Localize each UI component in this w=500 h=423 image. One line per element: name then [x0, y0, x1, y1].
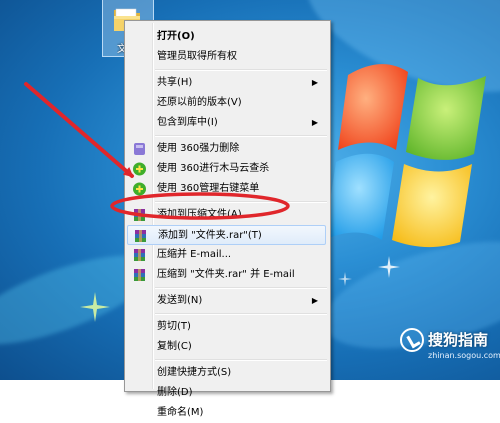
menu-item-label: 使用 360进行木马云查杀: [157, 163, 270, 174]
context-menu: 打开(O) 管理员取得所有权 共享(H) ▶ 还原以前的版本(V) 包含到库中(…: [124, 20, 331, 418]
menu-item-360-trojan-scan[interactable]: 使用 360进行木马云查杀: [127, 159, 326, 179]
windows-logo-icon: [324, 64, 486, 248]
menu-item-share[interactable]: 共享(H) ▶: [127, 73, 326, 93]
menu-item-label: 管理员取得所有权: [157, 51, 237, 62]
menu-item-compress-email[interactable]: 压缩并 E-mail...: [127, 245, 326, 265]
winrar-icon: [135, 230, 146, 242]
sparkle-decoration-icon: [338, 272, 352, 286]
submenu-arrow-icon: ▶: [311, 296, 318, 305]
menu-item-label: 还原以前的版本(V): [157, 97, 242, 108]
menu-item-label: 剪切(T): [157, 321, 191, 332]
sparkle-decoration-icon: [80, 292, 110, 322]
menu-item-include-in-library[interactable]: 包含到库中(I) ▶: [127, 113, 326, 133]
menu-separator: [155, 313, 327, 315]
menu-item-open[interactable]: 打开(O): [127, 27, 326, 47]
menu-separator: [155, 69, 327, 71]
winrar-icon: [134, 249, 145, 261]
menu-item-360-force-delete[interactable]: 使用 360强力删除: [127, 139, 326, 159]
winrar-icon: [134, 269, 145, 281]
menu-item-label: 包含到库中(I): [157, 117, 218, 128]
sogou-watermark: 搜狗指南 zhinan.sogou.com: [398, 326, 500, 372]
menu-item-send-to[interactable]: 发送到(N) ▶: [127, 291, 326, 311]
sogou-logo-icon: [400, 328, 424, 352]
submenu-arrow-icon: ▶: [311, 78, 318, 87]
menu-item-cut[interactable]: 剪切(T): [127, 317, 326, 337]
menu-item-label: 使用 360管理右键菜单: [157, 183, 260, 194]
menu-item-label: 添加到压缩文件(A)...: [157, 209, 252, 220]
360-green-icon: [133, 162, 146, 176]
menu-separator: [155, 201, 327, 203]
menu-item-add-to-archive[interactable]: 添加到压缩文件(A)...: [127, 205, 326, 225]
watermark-title: 搜狗指南: [428, 331, 489, 349]
menu-separator: [155, 135, 327, 137]
360-purple-icon: [134, 143, 145, 155]
menu-item-compress-rar-email[interactable]: 压缩到 "文件夹.rar" 并 E-mail: [127, 265, 326, 285]
menu-item-label: 删除(D): [157, 387, 193, 398]
menu-item-label: 重命名(M): [157, 407, 204, 418]
menu-item-label: 发送到(N): [157, 295, 203, 306]
menu-item-rename[interactable]: 重命名(M): [127, 403, 326, 423]
menu-item-360-manage-menu[interactable]: 使用 360管理右键菜单: [127, 179, 326, 199]
menu-item-label: 共享(H): [157, 77, 193, 88]
menu-item-label: 压缩到 "文件夹.rar" 并 E-mail: [157, 269, 295, 280]
menu-item-label: 添加到 "文件夹.rar"(T): [158, 230, 262, 241]
menu-item-label: 创建快捷方式(S): [157, 367, 232, 378]
sparkle-decoration-icon: [378, 256, 400, 278]
winrar-icon: [134, 209, 145, 221]
menu-item-delete[interactable]: 删除(D): [127, 383, 326, 403]
menu-item-add-to-rar[interactable]: 添加到 "文件夹.rar"(T): [127, 225, 326, 245]
menu-item-take-ownership[interactable]: 管理员取得所有权: [127, 47, 326, 67]
menu-separator: [155, 359, 327, 361]
submenu-arrow-icon: ▶: [311, 118, 318, 127]
360-green-icon: [133, 182, 146, 196]
menu-item-label: 使用 360强力删除: [157, 143, 240, 154]
menu-item-label: 复制(C): [157, 341, 192, 352]
menu-separator: [155, 287, 327, 289]
watermark-url: zhinan.sogou.com: [428, 351, 500, 360]
menu-item-copy[interactable]: 复制(C): [127, 337, 326, 357]
menu-item-label: 打开(O): [157, 31, 195, 42]
menu-item-create-shortcut[interactable]: 创建快捷方式(S): [127, 363, 326, 383]
menu-item-label: 压缩并 E-mail...: [157, 249, 232, 260]
menu-item-restore-versions[interactable]: 还原以前的版本(V): [127, 93, 326, 113]
